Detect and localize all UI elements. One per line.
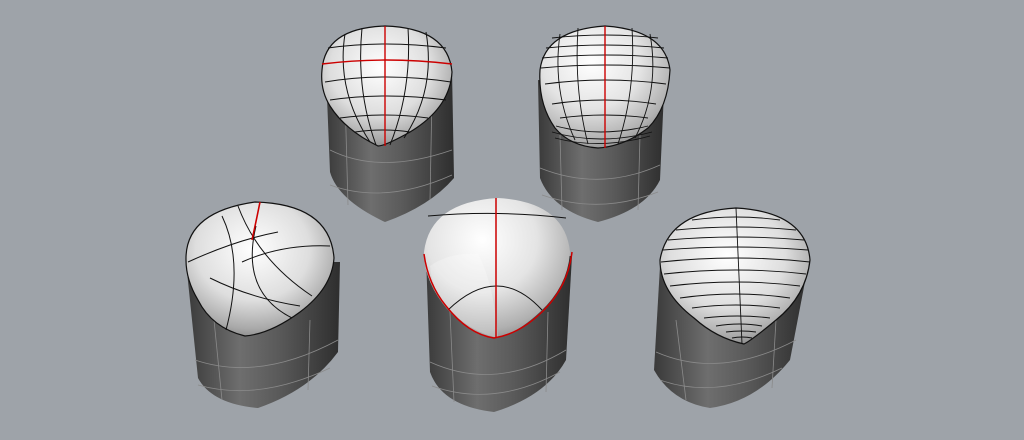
- 3d-viewport[interactable]: [0, 0, 1024, 440]
- shape-2-dense-isoparm-grid[interactable]: [538, 25, 671, 222]
- viewport-canvas[interactable]: [0, 0, 1024, 440]
- shape-3-curved-patch[interactable]: [185, 201, 340, 408]
- shape-1-isoparm-grid[interactable]: [321, 25, 454, 222]
- shape-5-concentric-lines[interactable]: [654, 207, 811, 408]
- shape-4-single-seam[interactable]: [423, 198, 573, 412]
